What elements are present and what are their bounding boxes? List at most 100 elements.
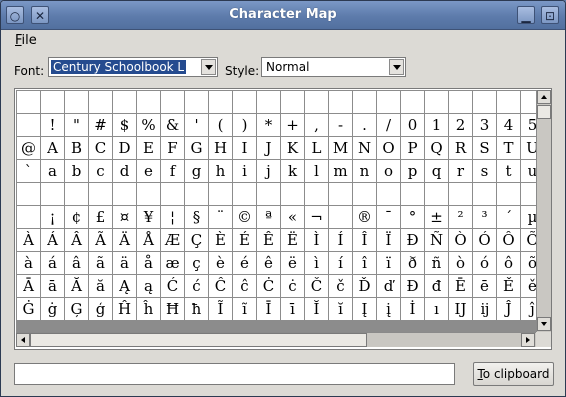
char-cell[interactable]	[377, 183, 400, 205]
char-cell[interactable]: ª	[257, 206, 280, 228]
char-cell[interactable]: C	[89, 137, 112, 159]
char-cell[interactable]	[521, 183, 536, 205]
char-cell[interactable]: M	[329, 137, 352, 159]
char-cell[interactable]: I	[233, 137, 256, 159]
char-cell[interactable]: ¬	[305, 206, 328, 228]
char-cell[interactable]: Â	[65, 229, 88, 251]
char-cell[interactable]: Į	[353, 298, 376, 320]
char-cell[interactable]: ě	[521, 275, 536, 297]
char-cell[interactable]: ¡	[41, 206, 64, 228]
char-cell[interactable]: á	[41, 252, 64, 274]
char-cell[interactable]: ¤	[113, 206, 136, 228]
char-cell[interactable]: o	[377, 160, 400, 182]
char-cell[interactable]: Ā	[17, 275, 40, 297]
char-cell[interactable]: @	[17, 137, 40, 159]
char-cell[interactable]: Ĩ	[209, 298, 232, 320]
char-cell[interactable]: A	[41, 137, 64, 159]
char-cell[interactable]: ó	[473, 252, 496, 274]
char-cell[interactable]: î	[353, 252, 376, 274]
char-cell[interactable]	[353, 91, 376, 113]
char-cell[interactable]	[425, 91, 448, 113]
char-cell[interactable]: ģ	[89, 298, 112, 320]
font-combo[interactable]: Century Schoolbook L	[48, 57, 218, 77]
char-cell[interactable]: e	[137, 160, 160, 182]
char-cell[interactable]: J	[257, 137, 280, 159]
char-cell[interactable]: D	[113, 137, 136, 159]
char-cell[interactable]: n	[353, 160, 376, 182]
char-cell[interactable]: Ô	[497, 229, 520, 251]
char-cell[interactable]: 4	[497, 114, 520, 136]
char-cell[interactable]: H	[209, 137, 232, 159]
char-cell[interactable]: %	[137, 114, 160, 136]
char-cell[interactable]: K	[281, 137, 304, 159]
char-cell[interactable]	[161, 183, 184, 205]
char-cell[interactable]	[233, 91, 256, 113]
char-cell[interactable]	[329, 183, 352, 205]
char-cell[interactable]: è	[209, 252, 232, 274]
horizontal-scrollbar[interactable]	[16, 332, 536, 347]
char-cell[interactable]: Î	[353, 229, 376, 251]
char-cell[interactable]	[473, 91, 496, 113]
style-combo[interactable]: Normal	[261, 57, 406, 77]
scroll-up-button[interactable]	[537, 90, 551, 104]
char-cell[interactable]: Q	[425, 137, 448, 159]
char-cell[interactable]	[521, 91, 536, 113]
char-cell[interactable]	[65, 91, 88, 113]
char-cell[interactable]: Ħ	[161, 298, 184, 320]
char-cell[interactable]: §	[185, 206, 208, 228]
char-cell[interactable]: ³	[473, 206, 496, 228]
char-cell[interactable]: U	[521, 137, 536, 159]
char-cell[interactable]	[305, 183, 328, 205]
char-cell[interactable]: 2	[449, 114, 472, 136]
char-cell[interactable]	[281, 183, 304, 205]
menu-file[interactable]: File	[15, 33, 37, 48]
char-cell[interactable]: â	[65, 252, 88, 274]
char-cell[interactable]: İ	[401, 298, 424, 320]
char-cell[interactable]: ï	[377, 252, 400, 274]
char-cell[interactable]: ĳ	[473, 298, 496, 320]
char-cell[interactable]: é	[233, 252, 256, 274]
char-cell[interactable]: ë	[281, 252, 304, 274]
char-cell[interactable]: G	[185, 137, 208, 159]
char-cell[interactable]: ¦	[161, 206, 184, 228]
char-cell[interactable]	[137, 183, 160, 205]
char-cell[interactable]: 5	[521, 114, 536, 136]
char-cell[interactable]: È	[209, 229, 232, 251]
char-cell[interactable]	[497, 91, 520, 113]
char-cell[interactable]	[377, 91, 400, 113]
char-cell[interactable]: č	[329, 275, 352, 297]
char-cell[interactable]	[257, 91, 280, 113]
char-cell[interactable]: ē	[473, 275, 496, 297]
maximize-button[interactable]: ⊡	[541, 6, 559, 24]
char-cell[interactable]: /	[377, 114, 400, 136]
char-cell[interactable]: Ě	[497, 275, 520, 297]
char-cell[interactable]: ď	[377, 275, 400, 297]
char-cell[interactable]: Ñ	[425, 229, 448, 251]
char-cell[interactable]: 0	[401, 114, 424, 136]
char-cell[interactable]: ą	[137, 275, 160, 297]
char-cell[interactable]: µ	[521, 206, 536, 228]
char-cell[interactable]: À	[17, 229, 40, 251]
char-cell[interactable]: i	[233, 160, 256, 182]
char-cell[interactable]	[113, 183, 136, 205]
char-cell[interactable]	[449, 91, 472, 113]
char-cell[interactable]	[329, 91, 352, 113]
to-clipboard-button[interactable]: To clipboard	[473, 362, 554, 386]
char-cell[interactable]	[305, 91, 328, 113]
char-cell[interactable]	[209, 91, 232, 113]
char-cell[interactable]: (	[209, 114, 232, 136]
char-cell[interactable]: Ċ	[257, 275, 280, 297]
char-cell[interactable]: )	[233, 114, 256, 136]
char-cell[interactable]: Ë	[281, 229, 304, 251]
char-cell[interactable]: ć	[185, 275, 208, 297]
char-cell[interactable]: q	[425, 160, 448, 182]
char-cell[interactable]: N	[353, 137, 376, 159]
char-cell[interactable]: l	[305, 160, 328, 182]
char-cell[interactable]: ä	[113, 252, 136, 274]
char-cell[interactable]: ì	[305, 252, 328, 274]
char-cell[interactable]: £	[89, 206, 112, 228]
char-cell[interactable]	[473, 183, 496, 205]
char-cell[interactable]	[329, 206, 352, 228]
char-cell[interactable]: Ï	[377, 229, 400, 251]
char-cell[interactable]: E	[137, 137, 160, 159]
